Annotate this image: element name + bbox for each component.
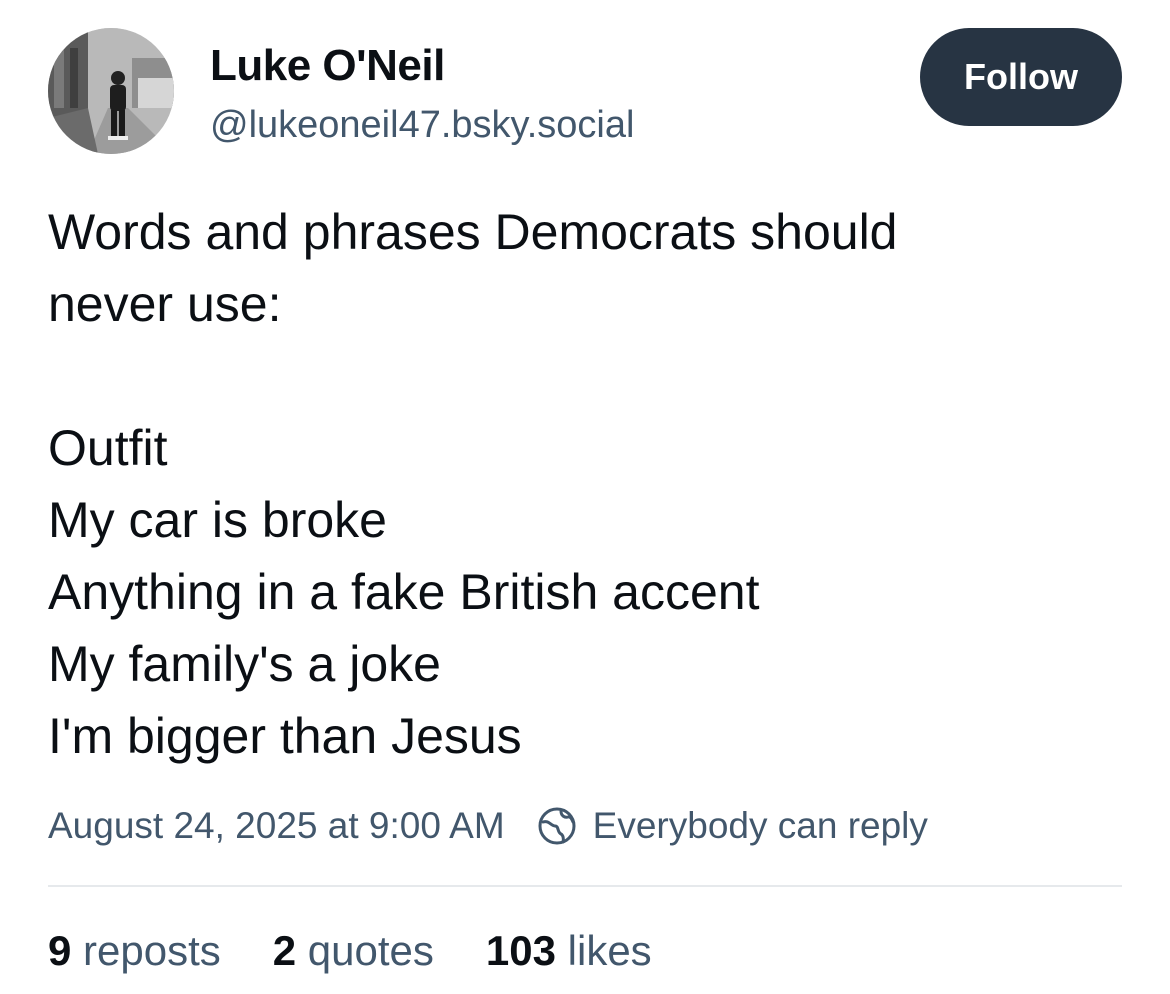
reposts-label: reposts — [83, 927, 221, 974]
reposts-count: 9 — [48, 927, 72, 974]
author-display-name[interactable]: Luke O'Neil — [210, 40, 445, 92]
post-text: Words and phrases Democrats should never… — [48, 196, 1122, 772]
follow-button[interactable]: Follow — [920, 28, 1122, 126]
post-line: Anything in a fake British accent — [48, 564, 760, 620]
reposts-stat[interactable]: 9 reposts — [48, 922, 221, 980]
likes-count: 103 — [485, 927, 556, 974]
avatar[interactable] — [48, 28, 174, 154]
avatar-photo-icon — [48, 28, 174, 154]
post-line: My family's a joke — [48, 636, 441, 692]
author-handle[interactable]: @lukeoneil47.bsky.social — [210, 102, 634, 148]
divider — [48, 885, 1122, 887]
post-line: My car is broke — [48, 492, 387, 548]
post-line: Outfit — [48, 420, 168, 476]
quotes-label: quotes — [307, 927, 434, 974]
post-timestamp[interactable]: August 24, 2025 at 9:00 AM — [48, 805, 505, 847]
quotes-stat[interactable]: 2 quotes — [273, 922, 434, 980]
post-line: never use: — [48, 276, 282, 332]
post-line: Words and phrases Democrats should — [48, 204, 898, 260]
post-stats: 9 reposts 2 quotes 103 likes — [48, 922, 704, 980]
likes-label: likes — [567, 927, 652, 974]
post-line: I'm bigger than Jesus — [48, 708, 522, 764]
quotes-count: 2 — [272, 927, 297, 974]
reply-setting: Everybody can reply — [537, 805, 928, 847]
likes-stat[interactable]: 103 likes — [486, 922, 652, 980]
globe-icon — [537, 806, 577, 846]
post-meta: August 24, 2025 at 9:00 AM Everybody can… — [48, 800, 928, 852]
reply-setting-label: Everybody can reply — [592, 805, 928, 846]
post-header: Luke O'Neil @lukeoneil47.bsky.social Fol… — [48, 28, 1122, 154]
